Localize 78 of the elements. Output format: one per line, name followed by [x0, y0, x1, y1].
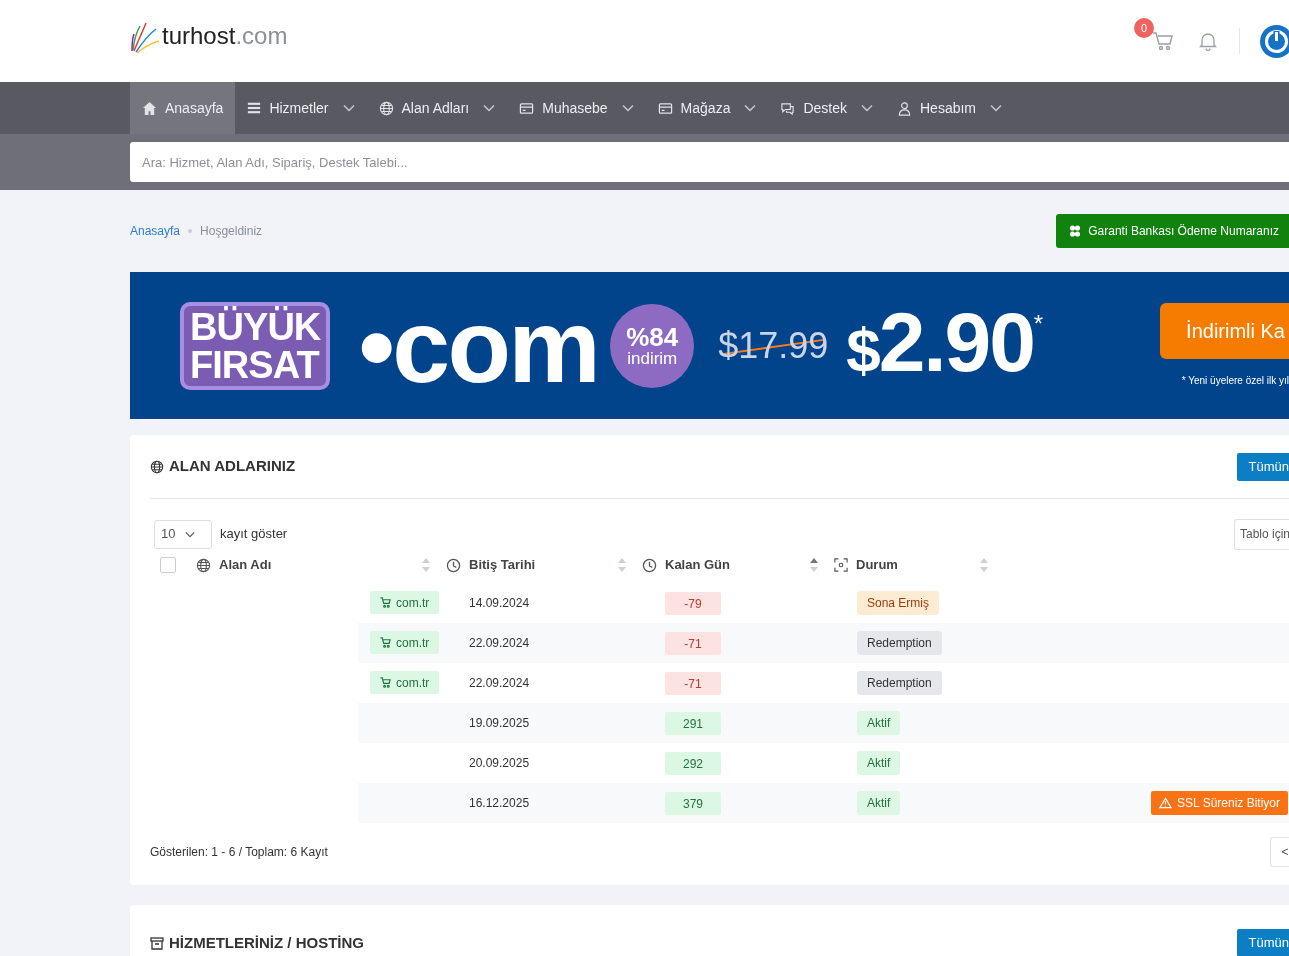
- expiry-date: 14.09.2024: [469, 595, 531, 612]
- tld-tag: com.tr: [370, 631, 440, 654]
- globe-icon: [150, 459, 164, 474]
- select-all-checkbox[interactable]: [160, 557, 176, 573]
- ssl-warning-badge: SSL Süreniz Bitiyor: [1151, 791, 1288, 815]
- logo-feathers-icon: [130, 21, 160, 57]
- chat-icon: [780, 100, 796, 116]
- expiry-date: 22.09.2024: [469, 675, 531, 692]
- cart-icon: [380, 597, 391, 608]
- archive-icon: [150, 936, 164, 950]
- globe-icon: [196, 557, 211, 573]
- nav-item[interactable]: Muhasebe: [507, 82, 646, 134]
- expiry-date: 16.12.2025: [469, 795, 531, 812]
- big-deal-badge: BÜYÜK FIRSAT: [180, 301, 331, 390]
- days-left-badge: 292: [665, 752, 721, 776]
- scan-icon: [834, 558, 848, 572]
- days-left-badge: 379: [665, 792, 721, 816]
- clock-icon: [642, 557, 657, 573]
- status-badge: Aktif: [857, 751, 901, 775]
- column-header[interactable]: Durum: [834, 555, 898, 575]
- cart-icon: [380, 637, 391, 648]
- payment-number-button[interactable]: Garanti Bankası Ödeme Numaranız: [1056, 214, 1289, 248]
- chevron-down-icon: [185, 530, 196, 538]
- expiry-date: 22.09.2024: [469, 635, 531, 652]
- warning-icon: [1159, 797, 1173, 809]
- tld-tag: com.tr: [370, 591, 440, 614]
- power-icon[interactable]: [1260, 24, 1289, 58]
- clock-icon: [446, 557, 461, 573]
- nav-item[interactable]: Mağaza: [645, 82, 769, 134]
- status-badge: Sona Ermiş: [857, 591, 940, 615]
- days-left-badge: -71: [665, 632, 721, 656]
- expiry-date: 20.09.2025: [469, 755, 531, 772]
- page-size-label: kayıt göster: [220, 525, 288, 544]
- card-icon: [519, 100, 535, 116]
- days-left-badge: -71: [665, 672, 721, 696]
- breadcrumb-item: Hoşgeldiniz: [200, 223, 263, 240]
- breadcrumb-item[interactable]: Anasayfa: [130, 222, 181, 240]
- nav-item[interactable]: Hizmetler: [235, 82, 367, 134]
- column-header[interactable]: Bitiş Tarihi: [446, 555, 536, 575]
- tld-tag: com.tr: [370, 671, 440, 694]
- table-search-field[interactable]: Tablo için: [1234, 518, 1289, 550]
- pagination-previous-button[interactable]: <: [1270, 837, 1289, 867]
- status-badge: Aktif: [857, 711, 901, 735]
- cart-icon[interactable]: [1152, 30, 1174, 52]
- globe-icon: [378, 100, 394, 116]
- sort-icon[interactable]: [810, 558, 818, 572]
- logo-text[interactable]: turhost.com: [162, 21, 288, 51]
- section-title: ALAN ADLARINIZ: [169, 456, 296, 477]
- page-size-select[interactable]: 10: [154, 519, 212, 549]
- nav-item[interactable]: Hesabım: [885, 82, 1015, 134]
- expiry-date: 19.09.2025: [469, 715, 531, 732]
- clover-icon: [1068, 224, 1083, 238]
- user-icon: [897, 100, 912, 116]
- price: $2.90: [846, 299, 1034, 391]
- home-icon: [142, 100, 157, 116]
- list-icon: [247, 101, 262, 115]
- domain-extension-text: •com: [358, 295, 599, 396]
- nav-item[interactable]: Destek: [768, 82, 885, 134]
- column-header[interactable]: Kalan Gün: [642, 555, 730, 575]
- status-badge: Redemption: [857, 631, 942, 655]
- cart-icon: [380, 677, 391, 688]
- price-footnote-mark: *: [1033, 309, 1044, 337]
- nav-item[interactable]: Alan Adları: [366, 82, 508, 134]
- view-all-button[interactable]: Tümün: [1236, 929, 1289, 956]
- column-header[interactable]: Alan Adı: [196, 555, 272, 575]
- nav-item[interactable]: Anasayfa: [130, 82, 236, 134]
- table-summary: Gösterilen: 1 - 6 / Toplam: 6 Kayıt: [150, 844, 328, 861]
- search-field[interactable]: Ara: Hizmet, Alan Adı, Sipariş, Destek Talebi...: [130, 142, 1289, 182]
- days-left-badge: 291: [665, 712, 721, 736]
- cart-count-badge: 0: [1134, 18, 1154, 38]
- view-all-button[interactable]: Tümün: [1236, 452, 1289, 481]
- days-left-badge: -79: [665, 592, 721, 616]
- banner-footnote: * Yeni üyelere özel ilk yıl: [1181, 374, 1289, 388]
- status-badge: Redemption: [857, 671, 942, 695]
- notification-bell-icon[interactable]: [1198, 31, 1218, 51]
- section-title: HİZMETLERİNİZ / HOSTİNG: [169, 932, 364, 953]
- card-icon: [657, 100, 673, 116]
- status-badge: Aktif: [857, 791, 901, 815]
